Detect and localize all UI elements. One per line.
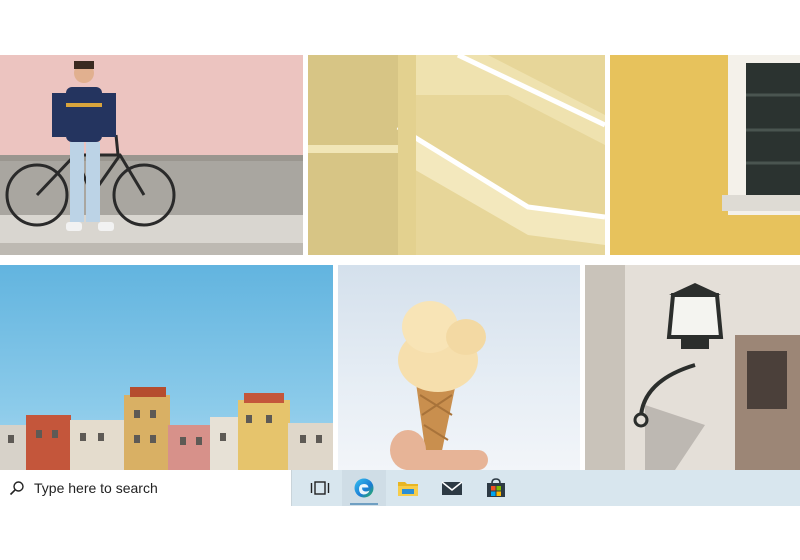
ice-cream-illustration	[390, 301, 488, 470]
photo-man-with-bicycle[interactable]	[0, 55, 303, 255]
search-icon	[9, 481, 24, 496]
staircase-illustration	[308, 55, 605, 255]
edge-icon	[354, 478, 374, 498]
taskbar: Type here to search	[0, 470, 800, 506]
folder-icon	[398, 482, 418, 496]
photo-yellow-wall-window[interactable]	[610, 55, 800, 255]
buildings-illustration	[0, 387, 333, 470]
photo-wall-street-lamp[interactable]	[585, 265, 800, 470]
taskbar-search-box[interactable]: Type here to search	[0, 470, 292, 506]
photo-yellow-staircase[interactable]	[308, 55, 605, 255]
edge-button[interactable]	[342, 470, 386, 506]
search-placeholder[interactable]: Type here to search	[34, 480, 158, 496]
store-button[interactable]	[474, 470, 518, 506]
store-icon	[487, 478, 505, 497]
mail-icon	[441, 481, 463, 495]
task-view-icon	[310, 481, 330, 495]
lamp-illustration	[585, 265, 800, 470]
mail-button[interactable]	[430, 470, 474, 506]
window-illustration	[610, 55, 800, 255]
photo-ice-cream-cone[interactable]	[338, 265, 580, 470]
file-explorer-button[interactable]	[386, 470, 430, 506]
task-view-button[interactable]	[298, 470, 342, 506]
man-bicycle-illustration	[0, 55, 303, 255]
photo-colorful-buildings-sky[interactable]	[0, 265, 333, 470]
